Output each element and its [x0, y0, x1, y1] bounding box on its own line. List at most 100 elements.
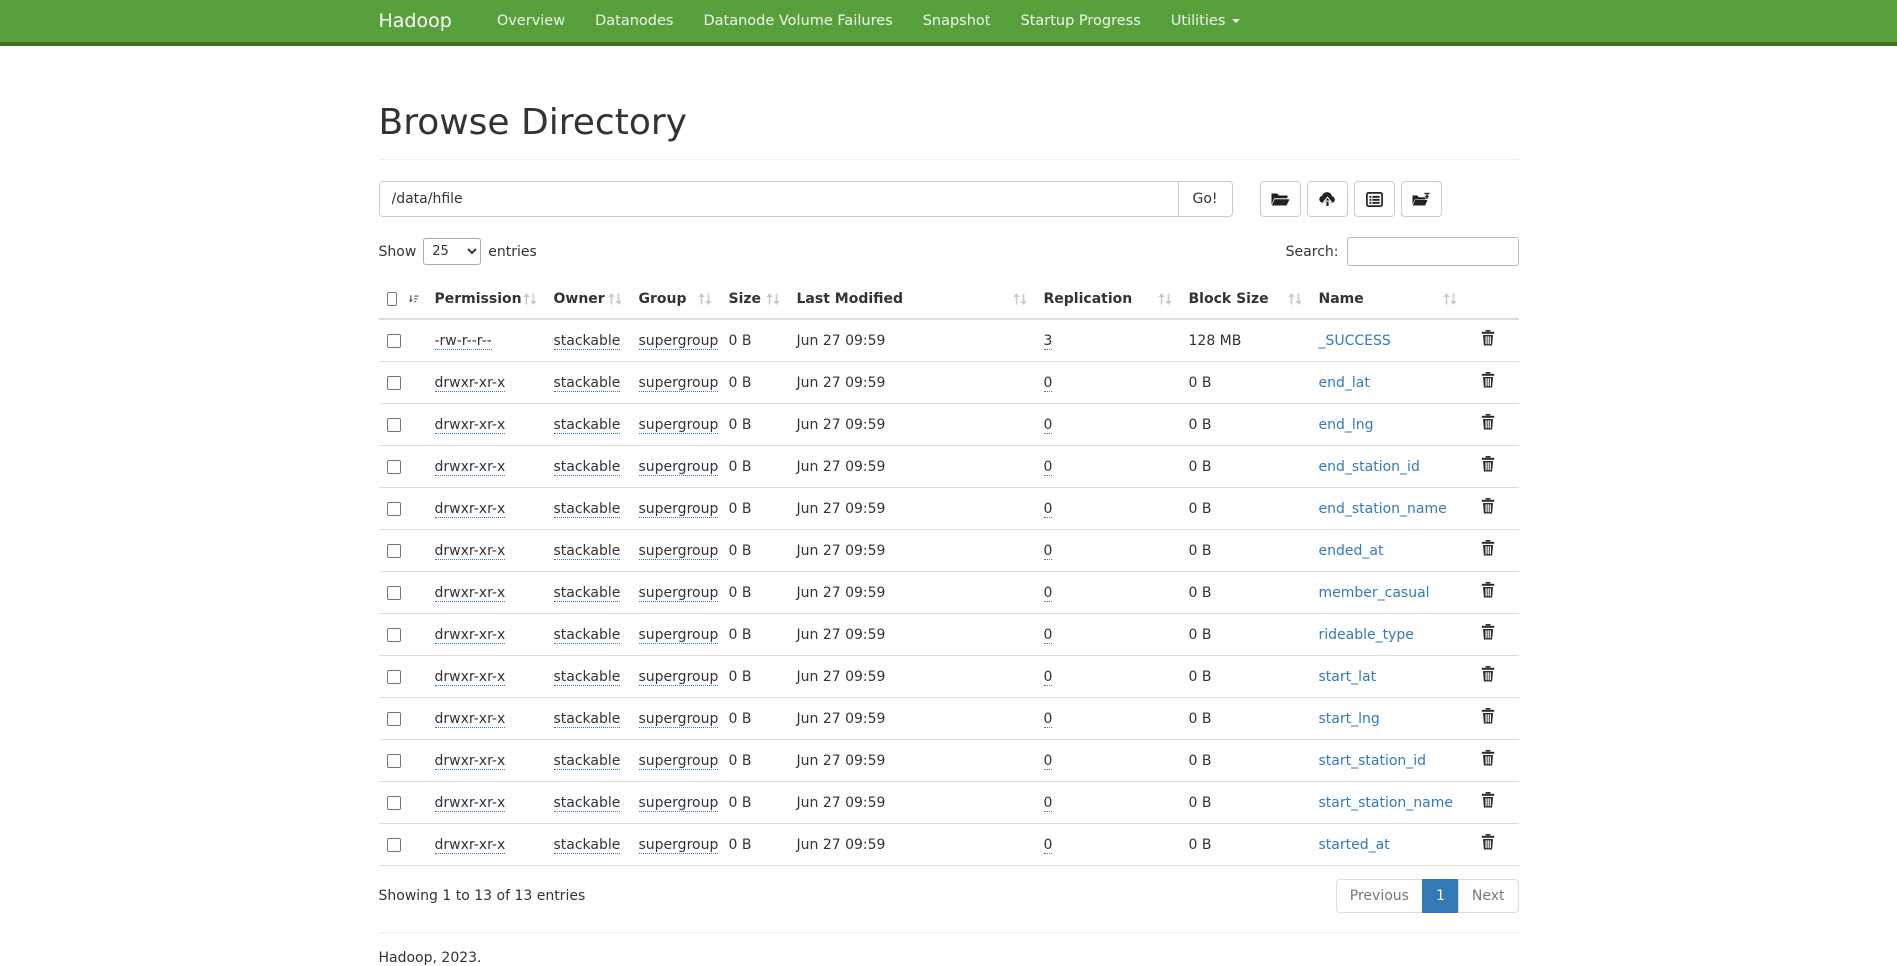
replication-value[interactable]: 0	[1044, 837, 1053, 854]
replication-value[interactable]: 0	[1044, 417, 1053, 434]
permission-value[interactable]: drwxr-xr-x	[435, 795, 506, 812]
row-checkbox[interactable]	[387, 376, 401, 390]
group-value[interactable]: supergroup	[639, 501, 719, 518]
file-name-link[interactable]: start_lat	[1319, 669, 1377, 685]
row-checkbox[interactable]	[387, 544, 401, 558]
owner-value[interactable]: stackable	[554, 459, 621, 476]
owner-value[interactable]: stackable	[554, 627, 621, 644]
row-checkbox[interactable]	[387, 586, 401, 600]
owner-value[interactable]: stackable	[554, 333, 621, 350]
file-name-link[interactable]: end_lng	[1319, 417, 1374, 433]
group-value[interactable]: supergroup	[639, 795, 719, 812]
delete-button[interactable]	[1481, 750, 1495, 766]
group-value[interactable]: supergroup	[639, 753, 719, 770]
owner-value[interactable]: stackable	[554, 711, 621, 728]
permission-value[interactable]: drwxr-xr-x	[435, 837, 506, 854]
create-directory-button[interactable]	[1260, 181, 1301, 217]
row-checkbox[interactable]	[387, 628, 401, 642]
file-name-link[interactable]: end_station_name	[1319, 501, 1447, 517]
delete-button[interactable]	[1481, 330, 1495, 346]
replication-value[interactable]: 0	[1044, 753, 1053, 770]
group-value[interactable]: supergroup	[639, 459, 719, 476]
group-value[interactable]: supergroup	[639, 837, 719, 854]
permission-value[interactable]: drwxr-xr-x	[435, 669, 506, 686]
column-header-last_modified[interactable]: Last Modified	[789, 282, 1036, 319]
row-checkbox[interactable]	[387, 712, 401, 726]
delete-button[interactable]	[1481, 540, 1495, 556]
column-header-name[interactable]: Name	[1311, 282, 1466, 319]
delete-button[interactable]	[1481, 582, 1495, 598]
replication-value[interactable]: 0	[1044, 627, 1053, 644]
row-checkbox[interactable]	[387, 754, 401, 768]
row-checkbox[interactable]	[387, 796, 401, 810]
file-name-link[interactable]: end_lat	[1319, 375, 1370, 391]
owner-value[interactable]: stackable	[554, 669, 621, 686]
column-header-size[interactable]: Size	[721, 282, 789, 319]
file-name-link[interactable]: end_station_id	[1319, 459, 1420, 475]
row-checkbox[interactable]	[387, 838, 401, 852]
owner-value[interactable]: stackable	[554, 417, 621, 434]
navbar-item-overview[interactable]: Overview	[482, 0, 580, 42]
permission-value[interactable]: drwxr-xr-x	[435, 501, 506, 518]
file-name-link[interactable]: start_lng	[1319, 711, 1380, 727]
file-name-link[interactable]: start_station_name	[1319, 795, 1454, 811]
column-header-owner[interactable]: Owner	[546, 282, 631, 319]
replication-value[interactable]: 0	[1044, 585, 1053, 602]
owner-value[interactable]: stackable	[554, 375, 621, 392]
permission-value[interactable]: drwxr-xr-x	[435, 711, 506, 728]
navbar-item-datanodes[interactable]: Datanodes	[580, 0, 688, 42]
next-page-button[interactable]: Next	[1458, 879, 1519, 913]
row-checkbox[interactable]	[387, 670, 401, 684]
upload-file-button[interactable]	[1307, 181, 1348, 217]
file-name-link[interactable]: start_station_id	[1319, 753, 1427, 769]
permission-value[interactable]: -rw-r--r--	[435, 333, 492, 350]
file-name-link[interactable]: ended_at	[1319, 543, 1384, 559]
navbar-item-utilities[interactable]: Utilities	[1156, 0, 1256, 42]
replication-value[interactable]: 0	[1044, 669, 1053, 686]
replication-value[interactable]: 0	[1044, 375, 1053, 392]
group-value[interactable]: supergroup	[639, 543, 719, 560]
delete-button[interactable]	[1481, 792, 1495, 808]
permission-value[interactable]: drwxr-xr-x	[435, 543, 506, 560]
permission-value[interactable]: drwxr-xr-x	[435, 375, 506, 392]
row-checkbox[interactable]	[387, 460, 401, 474]
navbar-item-startup-progress[interactable]: Startup Progress	[1005, 0, 1155, 42]
column-header-permission[interactable]: Permission	[427, 282, 546, 319]
owner-value[interactable]: stackable	[554, 837, 621, 854]
column-header-replication[interactable]: Replication	[1036, 282, 1181, 319]
group-value[interactable]: supergroup	[639, 585, 719, 602]
paste-move-button[interactable]	[1401, 181, 1442, 217]
group-value[interactable]: supergroup	[639, 375, 719, 392]
group-value[interactable]: supergroup	[639, 333, 719, 350]
navbar-item-snapshot[interactable]: Snapshot	[908, 0, 1006, 42]
permission-value[interactable]: drwxr-xr-x	[435, 585, 506, 602]
current-page-button[interactable]: 1	[1422, 879, 1459, 913]
owner-value[interactable]: stackable	[554, 543, 621, 560]
owner-value[interactable]: stackable	[554, 795, 621, 812]
delete-button[interactable]	[1481, 456, 1495, 472]
permission-value[interactable]: drwxr-xr-x	[435, 417, 506, 434]
owner-value[interactable]: stackable	[554, 501, 621, 518]
file-name-link[interactable]: started_at	[1319, 837, 1390, 853]
go-button[interactable]: Go!	[1178, 181, 1233, 217]
replication-value[interactable]: 0	[1044, 795, 1053, 812]
group-value[interactable]: supergroup	[639, 417, 719, 434]
previous-page-button[interactable]: Previous	[1336, 879, 1423, 913]
directory-path-input[interactable]	[379, 181, 1179, 217]
group-value[interactable]: supergroup	[639, 669, 719, 686]
select-all-checkbox[interactable]	[387, 292, 397, 306]
delete-button[interactable]	[1481, 414, 1495, 430]
group-value[interactable]: supergroup	[639, 711, 719, 728]
cut-selection-button[interactable]	[1354, 181, 1395, 217]
permission-value[interactable]: drwxr-xr-x	[435, 753, 506, 770]
delete-button[interactable]	[1481, 708, 1495, 724]
row-checkbox[interactable]	[387, 502, 401, 516]
page-size-select[interactable]: 25	[423, 238, 481, 265]
navbar-brand[interactable]: Hadoop	[379, 10, 452, 32]
delete-button[interactable]	[1481, 834, 1495, 850]
delete-button[interactable]	[1481, 624, 1495, 640]
group-value[interactable]: supergroup	[639, 627, 719, 644]
file-name-link[interactable]: rideable_type	[1319, 627, 1414, 643]
replication-value[interactable]: 0	[1044, 711, 1053, 728]
replication-value[interactable]: 3	[1044, 333, 1053, 350]
